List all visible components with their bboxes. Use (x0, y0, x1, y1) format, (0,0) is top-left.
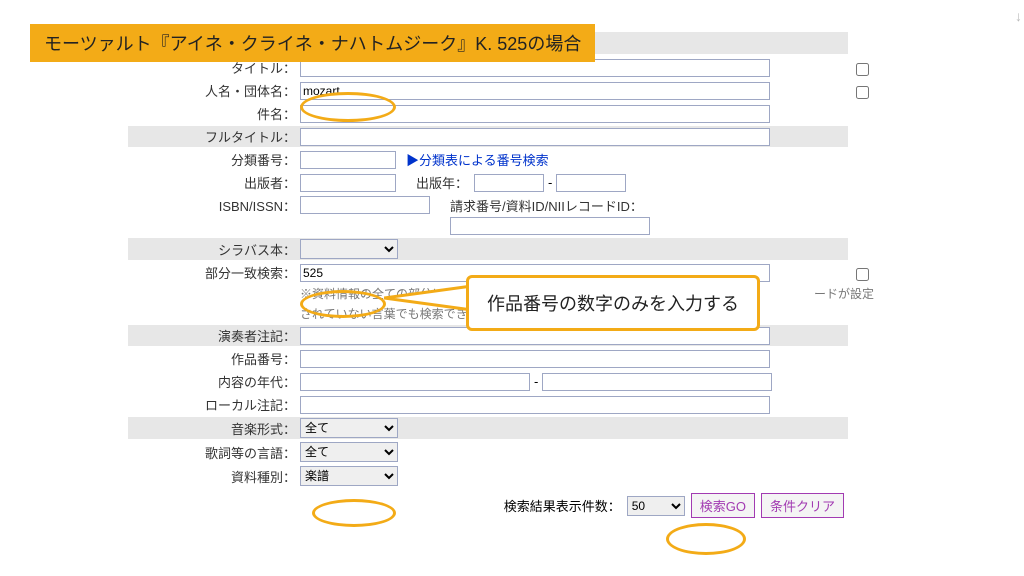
input-subject[interactable] (300, 105, 770, 123)
label-isbn: ISBN/ISSN： (132, 196, 300, 215)
select-syllabus[interactable] (300, 239, 398, 259)
label-era: 内容の年代： (132, 372, 300, 391)
input-localnote[interactable] (300, 396, 770, 414)
row-localnote: ローカル注記： (128, 394, 848, 415)
row-fulltitle: フルタイトル： (128, 126, 848, 147)
input-isbn[interactable] (300, 196, 430, 214)
input-workno[interactable] (300, 350, 770, 368)
search-go-button[interactable]: 検索GO (691, 493, 755, 518)
note-partial-2: されていない言葉でも検索できます。 (300, 305, 848, 322)
input-partial[interactable] (300, 264, 770, 282)
input-fulltitle[interactable] (300, 128, 770, 146)
scroll-indicator: ↓ (1015, 8, 1022, 24)
label-musicform: 音楽形式： (132, 419, 300, 438)
row-era: 内容の年代： - (128, 371, 848, 392)
highlight-ellipse-go (666, 523, 746, 555)
select-lyriclang[interactable]: 全て (300, 442, 398, 462)
select-musicform[interactable]: 全て (300, 418, 398, 438)
input-callno[interactable] (450, 217, 650, 235)
row-syllabus: シラバス本： (128, 238, 848, 260)
dash2: - (534, 374, 538, 389)
row-subject: 件名： (128, 103, 848, 124)
label-syllabus: シラバス本： (132, 240, 300, 259)
input-pubyear-to[interactable] (556, 174, 626, 192)
input-era-to[interactable] (542, 373, 772, 391)
check-title[interactable] (856, 63, 869, 76)
check-person[interactable] (856, 86, 869, 99)
row-lyriclang: 歌詞等の言語： 全て (128, 441, 848, 463)
input-publisher[interactable] (300, 174, 396, 192)
link-classno[interactable]: ▶分類表による番号検索 (406, 150, 549, 169)
row-isbn: ISBN/ISSN： 請求番号/資料ID/NIIレコードID： (128, 195, 848, 236)
label-classno: 分類番号： (132, 150, 300, 169)
input-classno[interactable] (300, 151, 396, 169)
row-perfnote: 演奏者注記： (128, 325, 848, 346)
label-perfnote: 演奏者注記： (132, 326, 300, 345)
input-perfnote[interactable] (300, 327, 770, 345)
label-partial: 部分一致検索： (132, 263, 300, 282)
label-person: 人名・団体名： (132, 81, 300, 100)
annotation-banner: モーツァルト『アイネ・クライネ・ナハトムジーク』K. 525の場合 (30, 24, 595, 62)
row-person: 人名・団体名： (128, 80, 848, 101)
label-mattype: 資料種別： (132, 467, 300, 486)
row-publisher: 出版者： 出版年： - (128, 172, 848, 193)
row-workno: 作品番号： (128, 348, 848, 369)
row-partial: 部分一致検索： (128, 262, 848, 283)
select-resultcount[interactable]: 50 (627, 496, 685, 516)
input-pubyear-from[interactable] (474, 174, 544, 192)
label-subject: 件名： (132, 104, 300, 123)
row-musicform: 音楽形式： 全て (128, 417, 848, 439)
label-workno: 作品番号： (132, 349, 300, 368)
label-resultcount: 検索結果表示件数： (504, 496, 621, 515)
label-fulltitle: フルタイトル： (132, 127, 300, 146)
label-callno: 請求番号/資料ID/NIIレコードID： (450, 196, 650, 215)
input-person[interactable] (300, 82, 770, 100)
select-mattype[interactable]: 楽譜 (300, 466, 398, 486)
note-partial-1: ※資料情報の全ての部分に対 ードが設定 (300, 285, 848, 302)
input-era-from[interactable] (300, 373, 530, 391)
search-form: タイトル： 人名・団体名： 件名： フルタイトル： 分類番号： ▶分類表による番… (128, 32, 848, 518)
dash: - (548, 175, 552, 190)
row-classno: 分類番号： ▶分類表による番号検索 (128, 149, 848, 170)
label-localnote: ローカル注記： (132, 395, 300, 414)
label-publisher: 出版者： (132, 173, 300, 192)
label-lyriclang: 歌詞等の言語： (132, 443, 300, 462)
row-mattype: 資料種別： 楽譜 (128, 465, 848, 487)
clear-button[interactable]: 条件クリア (761, 493, 844, 518)
button-row: 検索結果表示件数： 50 検索GO 条件クリア (128, 493, 848, 518)
check-partial[interactable] (856, 268, 869, 281)
label-pubyear: 出版年： (416, 173, 468, 192)
